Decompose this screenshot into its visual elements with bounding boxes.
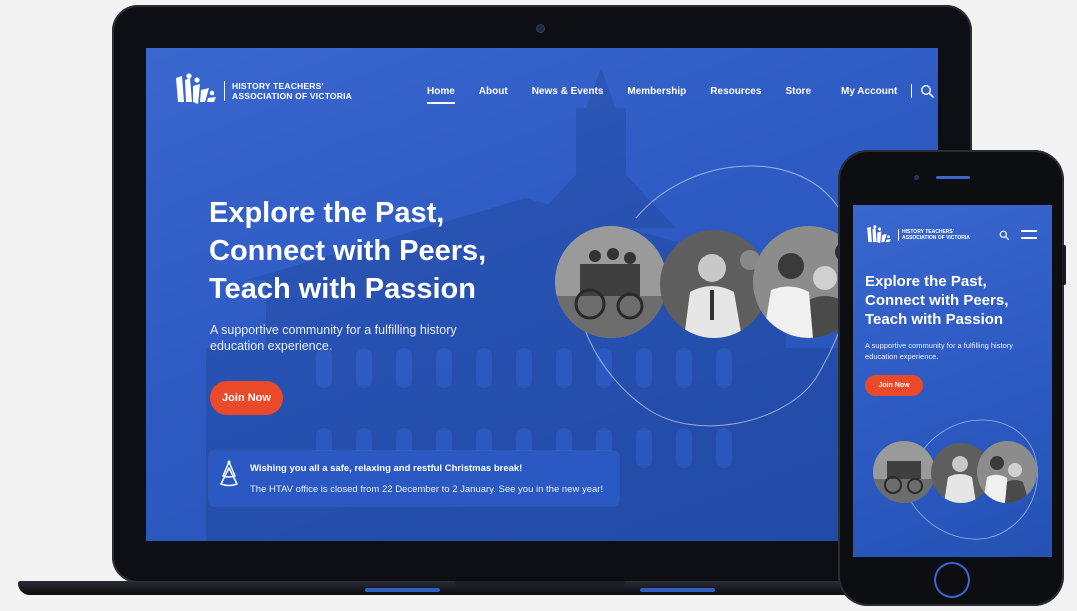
nav-membership[interactable]: Membership [627,86,686,97]
mobile-website: HISTORY TEACHERS' ASSOCIATION OF VICTORI… [853,205,1052,557]
notice-body: The HTAV office is closed from 22 Decemb… [250,484,604,495]
nav-resources[interactable]: Resources [710,86,761,97]
nav-my-account[interactable]: My Account [841,86,897,97]
logo-wordmark[interactable]: HISTORY TEACHERS' ASSOCIATION OF VICTORI… [902,229,970,241]
laptop-base-accent [365,588,440,592]
logo-wordmark[interactable]: HISTORY TEACHERS' ASSOCIATION OF VICTORI… [232,81,352,101]
desktop-website: HISTORY TEACHERS' ASSOCIATION OF VICTORI… [146,48,938,541]
search-icon[interactable] [999,230,1009,240]
logo-line-2: ASSOCIATION OF VICTORIA [902,235,970,241]
stagecoach-photo [555,226,667,338]
hero-title-line-2: Connect with Peers, [209,235,487,267]
hero-subtitle: A supportive community for a fulfilling … [210,323,457,353]
christmas-tree-icon [220,460,238,487]
hero-title-line-3: Teach with Passion [865,311,1004,328]
logo-line-2: ASSOCIATION OF VICTORIA [232,91,352,101]
nav-news-events[interactable]: News & Events [532,86,604,97]
logo-divider [224,81,225,101]
htav-logo-icon[interactable] [866,224,892,246]
join-now-button[interactable]: Join Now [865,375,923,396]
teacher-photo [660,230,768,338]
laptop-base-accent [640,588,715,592]
logo-line-1: HISTORY TEACHERS' [232,81,324,91]
hero-title: Explore the Past, Connect with Peers, Te… [209,194,539,308]
phone-home-button[interactable] [934,562,970,598]
search-icon[interactable] [920,84,935,98]
phone-speaker [936,176,970,179]
laptop-camera [537,25,544,32]
phone-side-button [1062,245,1066,285]
stagecoach-photo [873,441,935,503]
hero-subtitle: A supportive community for a fulfilling … [865,341,1013,361]
hero-title-line-2: Connect with Peers, [865,292,1009,309]
hamburger-menu-icon[interactable] [1021,230,1037,240]
nav-home[interactable]: Home [427,86,455,104]
holiday-notice: Wishing you all a safe, relaxing and res… [209,451,619,506]
join-now-button[interactable]: Join Now [210,381,283,415]
htav-logo-icon[interactable] [174,72,218,108]
hero-title-line-1: Explore the Past, [865,273,987,290]
phone-camera [914,175,919,180]
logo-divider [898,229,899,241]
main-nav: Home About News & Events Membership Reso… [427,84,935,104]
hero-title-line-1: Explore the Past, [209,197,445,229]
nav-store[interactable]: Store [785,86,811,97]
nav-about[interactable]: About [479,86,508,97]
hero-title-line-3: Teach with Passion [209,273,476,305]
students-photo [977,441,1037,503]
notice-title: Wishing you all a safe, relaxing and res… [250,463,523,474]
hero-title: Explore the Past, Connect with Peers, Te… [865,272,1008,329]
nav-separator [911,84,913,98]
laptop-notch [455,581,625,587]
